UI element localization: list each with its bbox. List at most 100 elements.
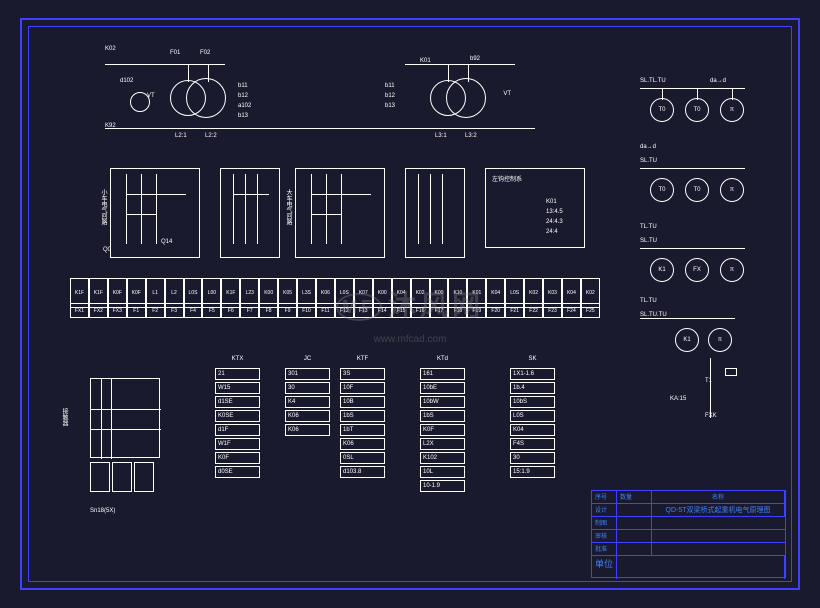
terminal-cell: F12	[335, 303, 354, 318]
terminal-cell: F16	[411, 303, 430, 318]
right-label: TL.TU	[640, 224, 657, 230]
title-block: 序号 数量 名称 设计 QD-5T双梁桥式起重机电气原理图 制图 审核 批准 单…	[591, 490, 786, 578]
relay-ktd: KTd 16110bE10bW1bSK0FL2XK10210L10-1.9	[420, 368, 465, 494]
tb-cell: 批准	[592, 543, 617, 555]
terminal-cell: F10	[297, 303, 316, 318]
wire	[311, 214, 341, 215]
right-circle: FX	[685, 258, 709, 282]
wire	[311, 194, 371, 195]
right-label: SL.TL.TU	[640, 78, 666, 84]
top-label: b12	[238, 93, 248, 99]
ctrl-label: Q14	[161, 239, 172, 245]
terminal-cell: F23	[543, 303, 562, 318]
wire	[188, 64, 189, 82]
wire	[141, 174, 142, 244]
ctrl-title: 小车电气回路	[99, 189, 108, 225]
wire	[430, 174, 431, 244]
cad-canvas: VT VT K02 F01 F02 d102 b11 b12 a102 b13 …	[0, 0, 820, 608]
terminal-cell: F22	[524, 303, 543, 318]
relay-item: 161	[420, 368, 465, 380]
relay-ktx: KTX 21W15d1SEK0SEd1FW1FK0Fd0SE	[215, 368, 260, 480]
tb-cell: 数量	[617, 491, 652, 503]
top-label: L2:2	[205, 133, 217, 139]
right-label: da→d	[640, 144, 656, 150]
vt-label-2: VT	[503, 91, 511, 97]
wire	[311, 174, 312, 244]
relay-item: 21	[215, 368, 260, 380]
relay-item: 30	[510, 452, 555, 464]
right-label: KA:15	[670, 396, 686, 402]
relay-item: K4	[285, 396, 330, 408]
relay-item: L2X	[420, 438, 465, 450]
terminal-cell: F18	[448, 303, 467, 318]
relay-item: d1F	[215, 424, 260, 436]
ctrl-title: 左钩控制系	[492, 174, 522, 183]
wire	[468, 64, 469, 82]
control-blocks-row: 小车电气回路 Q14 Q0 大车电气回路	[70, 168, 600, 268]
relay-item: 0SL	[340, 452, 385, 464]
right-label: SL.TU	[640, 158, 657, 164]
relay-item: 10F	[340, 382, 385, 394]
relay-title: SK	[528, 356, 536, 362]
top-label: a102	[238, 103, 251, 109]
relay-ktf: KTF 3S10F10B1bS1bTK060SLd103.8	[340, 368, 385, 480]
relay-item: K06	[340, 438, 385, 450]
ctrl-block-2	[220, 168, 280, 258]
right-circle: π	[720, 258, 744, 282]
motor-circle-2b: VT	[446, 78, 486, 118]
wire	[156, 174, 157, 244]
terminal-cell: F9	[278, 303, 297, 318]
terminal-cell: F20	[486, 303, 505, 318]
relay-item: K06	[285, 424, 330, 436]
relay-section-title: 接触器	[60, 408, 69, 426]
relay-item: 1b.4	[510, 382, 555, 394]
terminal-cell: F7	[240, 303, 259, 318]
right-label: TL.TU	[640, 298, 657, 304]
wire	[126, 194, 186, 195]
tb-cell: 名称	[652, 491, 785, 503]
ctrl-block-4	[405, 168, 465, 258]
wire	[208, 64, 209, 82]
terminal-cell: F3	[165, 303, 184, 318]
relay-item: L0S	[510, 410, 555, 422]
relay-item: W1F	[215, 438, 260, 450]
relay-item: K0SE	[215, 410, 260, 422]
relay-grid	[90, 378, 160, 458]
relay-item: 10bE	[420, 382, 465, 394]
top-label: L3:2	[465, 133, 477, 139]
terminal-cell: F19	[467, 303, 486, 318]
relay-item: K0F	[420, 424, 465, 436]
relay-item: 10bS	[510, 396, 555, 408]
relay-sk: SK 1X1-1.61b.410bSL0SK04F4S3015:1.9	[510, 368, 555, 480]
tb-cell: 制图	[592, 517, 617, 529]
terminal-cell: F25	[581, 303, 600, 318]
relay-item: 10L	[420, 466, 465, 478]
relay-item: d1SE	[215, 396, 260, 408]
relay-item: 10-1.9	[420, 480, 465, 492]
wire	[326, 174, 327, 244]
top-label: K02	[105, 46, 116, 52]
tb-cell: 序号	[592, 491, 617, 503]
relay-item: 30	[285, 382, 330, 394]
wire	[105, 128, 535, 129]
wire	[257, 174, 258, 244]
terminal-cell: F21	[505, 303, 524, 318]
relay-item: 1bS	[420, 410, 465, 422]
relay-item: 301	[285, 368, 330, 380]
watermark-url: www.mfcad.com	[374, 334, 447, 345]
top-label: b13	[385, 103, 395, 109]
terminal-cell: F13	[354, 303, 373, 318]
top-motor-section: VT VT K02 F01 F02 d102 b11 b12 a102 b13 …	[70, 38, 600, 158]
wire	[442, 174, 443, 244]
terminal-cell: F15	[392, 303, 411, 318]
wire	[405, 64, 515, 65]
top-label: b92	[470, 56, 480, 62]
right-label: SL.TU	[640, 238, 657, 244]
relay-item: 10B	[340, 396, 385, 408]
relay-item: 1X1-1.6	[510, 368, 555, 380]
wire	[448, 64, 449, 82]
relay-bottom-label: Sn18(5X)	[90, 508, 115, 514]
wire	[233, 194, 269, 195]
right-circle: T0	[685, 98, 709, 122]
top-label: F02	[200, 50, 210, 56]
